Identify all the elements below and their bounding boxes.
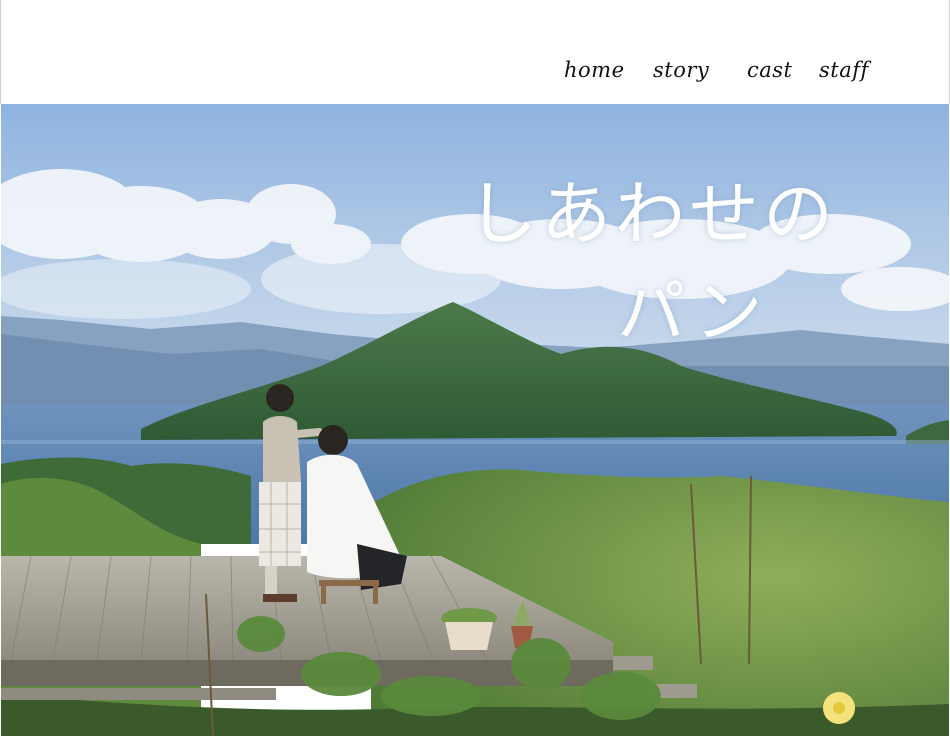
nav-link-staff[interactable]: staff [819,58,869,82]
nav-link-home[interactable]: home [564,58,625,82]
page: home story cast staff しあわせの パン [0,0,950,736]
site-header: home story cast staff [0,0,950,104]
hero-photo-lake-scene [1,104,949,736]
main-nav: home story cast staff [1,58,950,94]
hero-banner: しあわせの パン [1,104,949,736]
nav-link-cast[interactable]: cast [747,58,793,82]
nav-link-story[interactable]: story [653,58,709,82]
